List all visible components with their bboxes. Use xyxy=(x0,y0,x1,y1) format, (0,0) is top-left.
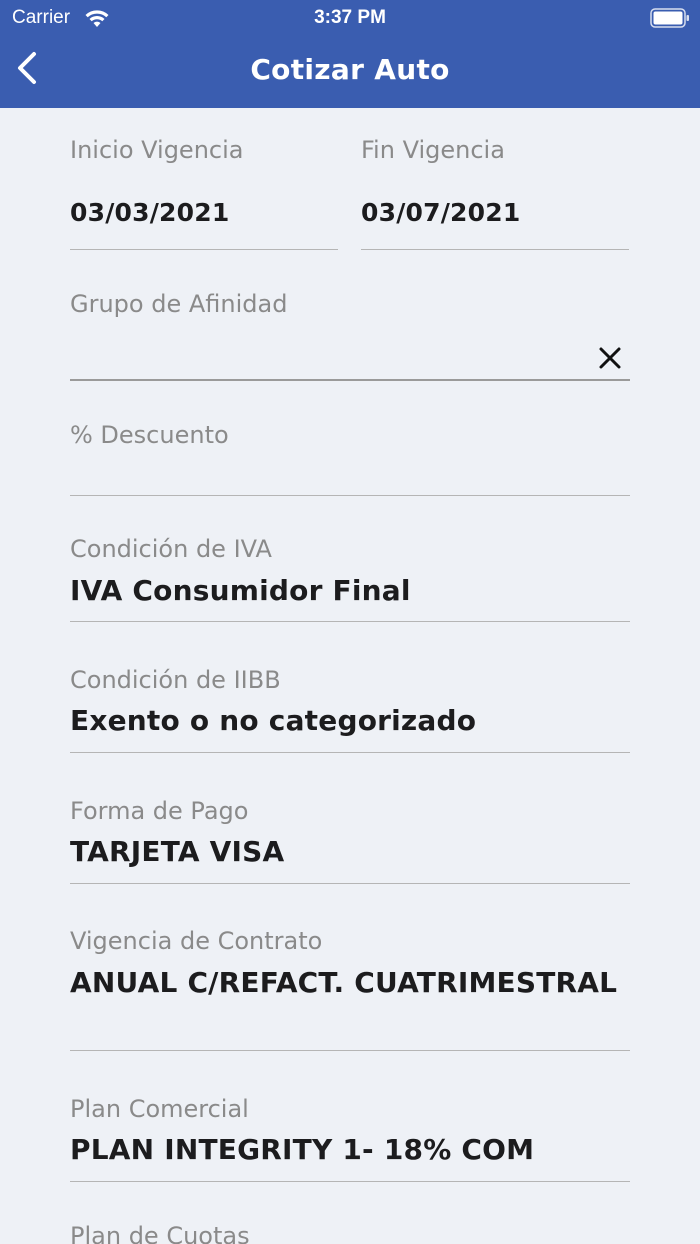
plan-cuotas-label: Plan de Cuotas xyxy=(70,1222,250,1244)
vigencia-contrato-value[interactable]: ANUAL C/REFACT. CUATRIMESTRAL xyxy=(70,964,630,1002)
status-bar: Carrier 3:37 PM xyxy=(0,0,700,38)
inicio-vigencia-value[interactable]: 03/03/2021 xyxy=(70,198,229,227)
condicion-iva-label: Condición de IVA xyxy=(70,535,272,563)
forma-pago-value[interactable]: TARJETA VISA xyxy=(70,835,284,868)
descuento-label: % Descuento xyxy=(70,421,229,449)
plan-comercial-value[interactable]: PLAN INTEGRITY 1- 18% COM xyxy=(70,1133,534,1166)
vigencia-contrato-label: Vigencia de Contrato xyxy=(70,927,323,955)
nav-bar: Cotizar Auto xyxy=(0,38,700,108)
vigencia-contrato-underline xyxy=(70,1050,630,1051)
battery-icon xyxy=(650,8,689,28)
fin-vigencia-value[interactable]: 03/07/2021 xyxy=(361,198,520,227)
plan-comercial-label: Plan Comercial xyxy=(70,1095,249,1123)
fin-vigencia-label: Fin Vigencia xyxy=(361,136,505,164)
forma-pago-label: Forma de Pago xyxy=(70,797,249,825)
inicio-vigencia-underline xyxy=(70,249,338,250)
condicion-iibb-label: Condición de IIBB xyxy=(70,666,281,694)
condicion-iibb-value[interactable]: Exento o no categorizado xyxy=(70,704,476,737)
fin-vigencia-underline xyxy=(361,249,629,250)
condicion-iva-value[interactable]: IVA Consumidor Final xyxy=(70,574,411,607)
inicio-vigencia-label: Inicio Vigencia xyxy=(70,136,244,164)
clear-icon[interactable] xyxy=(597,345,623,371)
app-header: Carrier 3:37 PM Cotizar Auto xyxy=(0,0,700,108)
page-title: Cotizar Auto xyxy=(250,53,450,86)
condicion-iva-underline xyxy=(70,621,630,622)
forma-pago-underline xyxy=(70,883,630,884)
clock: 3:37 PM xyxy=(314,7,386,28)
grupo-afinidad-label: Grupo de Afinidad xyxy=(70,290,288,318)
condicion-iibb-underline xyxy=(70,752,630,753)
grupo-afinidad-underline xyxy=(70,379,630,381)
plan-comercial-underline xyxy=(70,1181,630,1182)
descuento-underline xyxy=(70,495,630,496)
